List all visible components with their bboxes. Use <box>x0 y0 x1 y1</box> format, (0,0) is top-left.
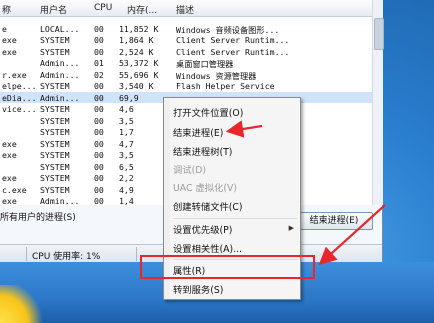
arrow-to-end-process <box>225 120 263 138</box>
annotation-arrows <box>225 120 386 265</box>
arrow-to-properties <box>318 204 386 265</box>
